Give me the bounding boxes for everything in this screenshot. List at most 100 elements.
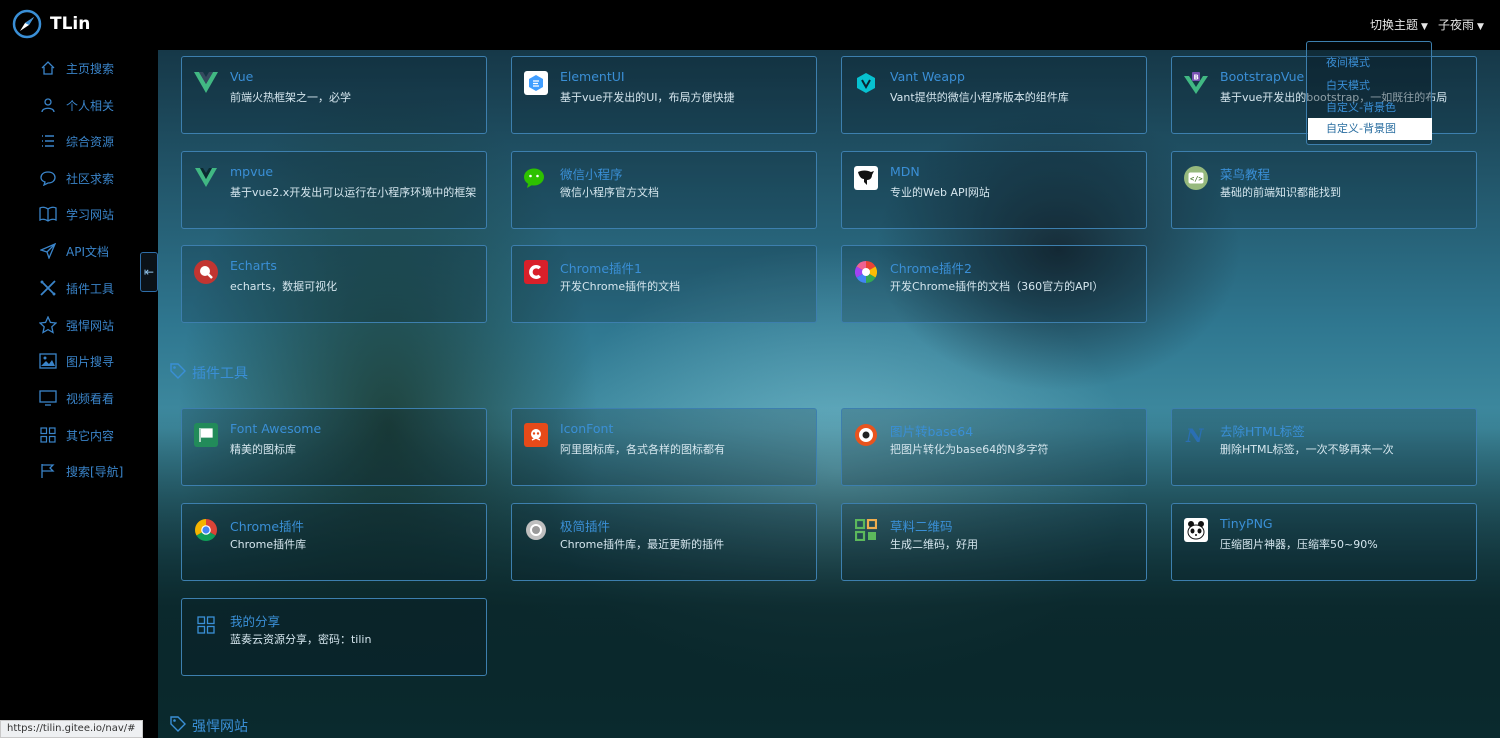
bootstrapvue-logo-icon: B bbox=[1184, 71, 1208, 95]
sidebar-item-home-search[interactable]: 主页搜索 bbox=[38, 57, 114, 79]
main-content: Vue 前端火热框架之一，必学 ElementUI 基于vue开发出的UI，布局… bbox=[158, 50, 1500, 738]
card-runoob[interactable]: </> 菜鸟教程 基础的前端知识都能找到 bbox=[1171, 151, 1477, 229]
sidebar-item-resources[interactable]: 综合资源 bbox=[38, 130, 114, 152]
theme-switch-label: 切换主题 bbox=[1370, 18, 1419, 32]
tag-icon bbox=[170, 716, 186, 736]
card-desc: 基础的前端知识都能找到 bbox=[1220, 186, 1341, 199]
card-desc: 基于vue开发出的UI，布局方便快捷 bbox=[560, 91, 735, 104]
card-desc: 蓝奏云资源分享，密码：tilin bbox=[230, 633, 372, 646]
card-title: mpvue bbox=[230, 164, 274, 179]
mpvue-logo-icon bbox=[194, 166, 218, 190]
card-title: IconFont bbox=[560, 421, 614, 436]
card-desc: echarts，数据可视化 bbox=[230, 280, 338, 293]
card-title: 草料二维码 bbox=[890, 519, 953, 534]
card-image-base64[interactable]: 图片转base64 把图片转化为base64的N多字符 bbox=[841, 408, 1147, 486]
card-title: ElementUI bbox=[560, 69, 625, 84]
card-desc: 前端火热框架之一，必学 bbox=[230, 91, 351, 104]
card-wechat-miniprogram[interactable]: 微信小程序 微信小程序官方文档 bbox=[511, 151, 817, 229]
card-font-awesome[interactable]: Font Awesome 精美的图标库 bbox=[181, 408, 487, 486]
sidebar-item-label: 图片搜寻 bbox=[66, 354, 115, 369]
fontawesome-logo-icon bbox=[194, 423, 218, 447]
list-icon bbox=[38, 132, 58, 150]
chrome360-logo-icon bbox=[854, 260, 878, 284]
theme-option-custom-image[interactable]: 自定义-背景图 bbox=[1308, 118, 1432, 140]
card-mdn[interactable]: MDN 专业的Web API网站 bbox=[841, 151, 1147, 229]
card-desc: 生成二维码，好用 bbox=[890, 538, 978, 551]
vue-logo-icon bbox=[194, 71, 218, 95]
section-title-plugins: 插件工具 bbox=[170, 363, 248, 383]
card-desc: 开发Chrome插件的文档（360官方的API） bbox=[890, 280, 1104, 293]
star-icon bbox=[38, 316, 58, 334]
card-title: 图片转base64 bbox=[890, 424, 974, 439]
card-desc: 专业的Web API网站 bbox=[890, 186, 990, 199]
vant-logo-icon bbox=[854, 71, 878, 95]
monitor-icon bbox=[38, 389, 58, 407]
compass-logo-icon bbox=[12, 9, 42, 39]
sidebar-item-powerful-sites[interactable]: 强悍网站 bbox=[38, 314, 114, 336]
card-title: 微信小程序 bbox=[560, 167, 623, 182]
card-title: Vue bbox=[230, 69, 254, 84]
card-desc: 把图片转化为base64的N多字符 bbox=[890, 443, 1049, 456]
card-my-share[interactable]: 我的分享 蓝奏云资源分享，密码：tilin bbox=[181, 598, 487, 676]
sidebar-item-learning[interactable]: 学习网站 bbox=[38, 203, 114, 225]
card-chrome-plugin-2[interactable]: Chrome插件2 开发Chrome插件的文档（360官方的API） bbox=[841, 245, 1147, 323]
sidebar-item-plugin-tools[interactable]: 插件工具 bbox=[38, 277, 114, 299]
card-vant-weapp[interactable]: Vant Weapp Vant提供的微信小程序版本的组件库 bbox=[841, 56, 1147, 134]
card-remove-html-tags[interactable]: N 去除HTML标签 删除HTML标签，一次不够再来一次 bbox=[1171, 408, 1477, 486]
tools-icon bbox=[38, 279, 58, 297]
card-desc: Chrome插件库 bbox=[230, 538, 307, 551]
sidebar-collapse-button[interactable]: ⇤ bbox=[140, 252, 158, 292]
card-jijian-plugins[interactable]: 极简插件 Chrome插件库，最近更新的插件 bbox=[511, 503, 817, 581]
wechat-logo-icon bbox=[524, 166, 548, 190]
card-vue[interactable]: Vue 前端火热框架之一，必学 bbox=[181, 56, 487, 134]
send-icon bbox=[38, 242, 58, 260]
card-desc: 压缩图片神器，压缩率50~90% bbox=[1220, 538, 1378, 551]
card-qrcode[interactable]: 草料二维码 生成二维码，好用 bbox=[841, 503, 1147, 581]
brand[interactable]: TLin bbox=[12, 9, 90, 39]
sidebar-item-label: 搜索[导航] bbox=[66, 464, 124, 479]
svg-text:B: B bbox=[1194, 74, 1199, 82]
sidebar-item-api-docs[interactable]: API文档 bbox=[38, 240, 109, 262]
app-title: TLin bbox=[50, 14, 91, 34]
grid-icon bbox=[38, 426, 58, 444]
browser-status-url: https://tilin.gitee.io/nav/# bbox=[0, 720, 143, 738]
chrome-logo-icon bbox=[194, 518, 218, 542]
card-title: Chrome插件1 bbox=[560, 261, 642, 276]
card-chrome-plugin-1[interactable]: Chrome插件1 开发Chrome插件的文档 bbox=[511, 245, 817, 323]
sidebar-item-image-search[interactable]: 图片搜寻 bbox=[38, 350, 114, 372]
sidebar-item-community[interactable]: 社区求索 bbox=[38, 167, 114, 189]
card-title: BootstrapVue bbox=[1220, 69, 1305, 84]
caret-down-icon: ▼ bbox=[1421, 22, 1428, 32]
sidebar-item-label: 社区求索 bbox=[66, 171, 115, 186]
theme-switch-button[interactable]: 切换主题 ▼ bbox=[1370, 16, 1428, 33]
card-desc: 开发Chrome插件的文档 bbox=[560, 280, 681, 293]
card-desc: 精美的图标库 bbox=[230, 443, 296, 456]
card-elementui[interactable]: ElementUI 基于vue开发出的UI，布局方便快捷 bbox=[511, 56, 817, 134]
theme-option-custom-color[interactable]: 自定义-背景色 bbox=[1326, 99, 1396, 115]
card-echarts[interactable]: Echarts echarts，数据可视化 bbox=[181, 245, 487, 323]
card-tinypng[interactable]: TinyPNG 压缩图片神器，压缩率50~90% bbox=[1171, 503, 1477, 581]
sidebar-item-search-nav[interactable]: 搜索[导航] bbox=[38, 460, 123, 482]
chrome-plugin-logo-icon bbox=[524, 260, 548, 284]
theme-option-night[interactable]: 夜间模式 bbox=[1326, 54, 1370, 70]
card-desc: 阿里图标库，各式各样的图标都有 bbox=[560, 443, 725, 456]
share-grid-icon bbox=[194, 613, 218, 637]
sidebar-item-label: 主页搜索 bbox=[66, 61, 115, 76]
card-chrome-plugins[interactable]: Chrome插件 Chrome插件库 bbox=[181, 503, 487, 581]
echarts-logo-icon bbox=[194, 260, 218, 284]
theme-option-day[interactable]: 白天模式 bbox=[1326, 77, 1370, 93]
sidebar-item-label: 强悍网站 bbox=[66, 318, 115, 333]
user-menu-button[interactable]: 子夜雨 ▼ bbox=[1438, 16, 1484, 33]
sidebar-item-label: 插件工具 bbox=[66, 281, 115, 296]
card-title: MDN bbox=[890, 164, 920, 179]
sidebar-item-label: 综合资源 bbox=[66, 134, 115, 149]
card-title: 我的分享 bbox=[230, 614, 281, 629]
card-iconfont[interactable]: IconFont 阿里图标库，各式各样的图标都有 bbox=[511, 408, 817, 486]
sidebar-item-label: 学习网站 bbox=[66, 207, 115, 222]
user-icon bbox=[38, 96, 58, 114]
sidebar-item-videos[interactable]: 视频看看 bbox=[38, 387, 114, 409]
card-mpvue[interactable]: mpvue 基于vue2.x开发出可以运行在小程序环境中的框架 bbox=[181, 151, 487, 229]
sidebar-item-personal[interactable]: 个人相关 bbox=[38, 94, 114, 116]
sidebar-item-other[interactable]: 其它内容 bbox=[38, 424, 114, 446]
section-label: 插件工具 bbox=[192, 366, 248, 382]
